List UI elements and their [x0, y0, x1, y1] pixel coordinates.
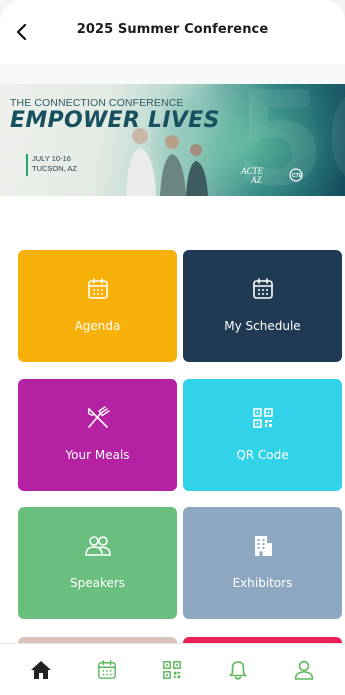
qr-code-icon	[183, 405, 342, 431]
top-bar: 2025 Summer Conference	[0, 0, 345, 64]
content-spacer	[0, 196, 345, 248]
acte-az-logo: ACTE AZ	[241, 166, 264, 185]
my-schedule-tile-label: My Schedule	[224, 319, 301, 333]
fork-knife-icon	[18, 405, 177, 431]
home-icon	[30, 660, 51, 679]
bottom-tab-bar	[0, 643, 345, 695]
conference-banner: 50 THE CONNECTION CONFERENCE EMPOWER LIV…	[0, 84, 345, 196]
agenda-tile-label: Agenda	[74, 319, 121, 333]
chevron-left-icon	[16, 24, 27, 40]
qr-code-tile-label: QR Code	[236, 448, 289, 462]
your-meals-tile[interactable]: Your Meals	[18, 379, 177, 491]
banner-location: TUCSON, AZ	[32, 164, 78, 173]
your-meals-tile-label: Your Meals	[65, 448, 130, 462]
banner-headline: EMPOWER LIVES	[10, 108, 220, 133]
app-screen: 2025 Summer Conference 50 THE CONNECTION…	[0, 0, 345, 695]
bell-icon	[229, 660, 247, 680]
tab-home[interactable]	[21, 650, 61, 690]
banner-spacer	[0, 64, 345, 84]
banner-date: JULY 10-16	[32, 154, 71, 163]
banner-date-accent	[26, 154, 28, 176]
user-icon	[294, 660, 314, 680]
speakers-tile-label: Speakers	[69, 576, 126, 590]
back-button[interactable]	[10, 20, 34, 44]
cte-logo-text: CTE	[292, 173, 302, 179]
page-title: 2025 Summer Conference	[76, 21, 269, 37]
building-icon	[183, 533, 342, 559]
tab-profile[interactable]	[284, 650, 324, 690]
banner-date-location: JULY 10-16 TUCSON, AZ	[32, 154, 77, 174]
tab-notifications[interactable]	[218, 650, 258, 690]
qr-code-icon	[163, 660, 182, 679]
speakers-tile[interactable]: Speakers	[18, 507, 177, 619]
calendar-icon	[183, 276, 342, 302]
calendar-icon	[18, 276, 177, 302]
exhibitors-tile-label: Exhibitors	[232, 576, 293, 590]
agenda-tile[interactable]: Agenda	[18, 250, 177, 362]
qr-code-tile[interactable]: QR Code	[183, 379, 342, 491]
my-schedule-tile[interactable]: My Schedule	[183, 250, 342, 362]
calendar-icon	[97, 659, 116, 679]
tab-agenda[interactable]	[87, 650, 127, 690]
people-icon	[18, 533, 177, 559]
tab-qr-code[interactable]	[152, 650, 192, 690]
exhibitors-tile[interactable]: Exhibitors	[183, 507, 342, 619]
